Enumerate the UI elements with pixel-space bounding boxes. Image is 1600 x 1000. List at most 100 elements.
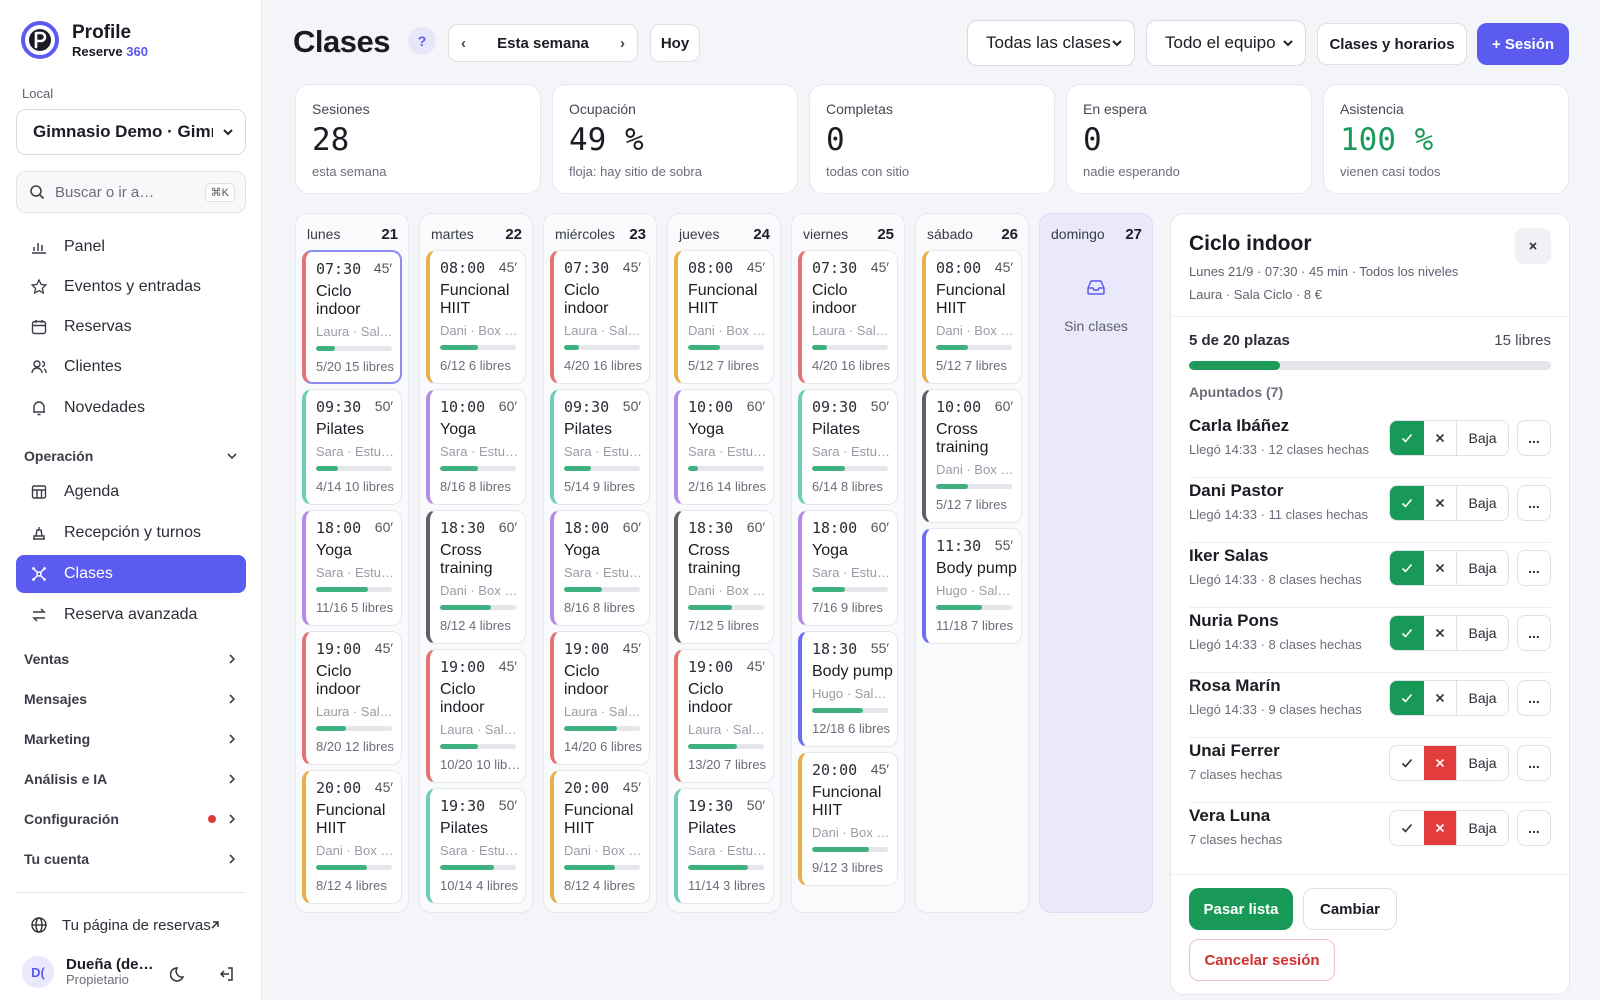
- sidebar-item-star[interactable]: Eventos y entradas: [16, 268, 246, 306]
- attendee-sub: Llegó 14:33 · 12 clases hechas: [1189, 442, 1369, 457]
- drop-attendee-button[interactable]: Baja: [1456, 616, 1508, 650]
- attendee-more-button[interactable]: ...: [1517, 550, 1551, 586]
- sidebar-item-users[interactable]: Clientes: [16, 348, 246, 386]
- session-card[interactable]: 19:00 45′ Ciclo indoor Laura · Sala Ciclo 14…: [550, 631, 650, 765]
- session-card[interactable]: 08:00 45′ Funcional HIIT Dani · Box funcion…: [426, 250, 526, 384]
- mark-absent-button[interactable]: [1424, 681, 1456, 715]
- session-card[interactable]: 19:30 50′ Pilates Sara · Estudio 11/14 3 lib…: [674, 788, 774, 904]
- brand-logo[interactable]: Profile Reserve 360: [20, 20, 148, 60]
- close-icon: [1529, 242, 1537, 250]
- sidebar-item-grid[interactable]: Agenda: [16, 473, 246, 511]
- sidebar-item-calendar[interactable]: Reservas: [16, 308, 246, 346]
- session-card[interactable]: 10:00 60′ Cross training Dani · Box funcion…: [922, 389, 1022, 523]
- sidebar-item-classes[interactable]: Clases: [16, 555, 246, 593]
- session-card[interactable]: 19:00 45′ Ciclo indoor Laura · Sala Ciclo 13…: [674, 649, 774, 783]
- session-card[interactable]: 08:00 45′ Funcional HIIT Dani · Box funcion…: [674, 250, 774, 384]
- sidebar-item-reception[interactable]: Recepción y turnos: [16, 514, 246, 552]
- prev-week-button[interactable]: ‹: [461, 35, 466, 52]
- section-ventas[interactable]: Ventas: [24, 651, 238, 667]
- logout-icon[interactable]: [218, 965, 236, 983]
- section-tu-cuenta[interactable]: Tu cuenta: [24, 851, 238, 867]
- mark-present-button[interactable]: [1390, 421, 1424, 455]
- session-card[interactable]: 18:30 55′ Body pump Hugo · Sala grande 12/18…: [798, 631, 898, 747]
- session-time: 18:30: [440, 519, 486, 537]
- mark-absent-button[interactable]: [1424, 551, 1456, 585]
- session-card[interactable]: 11:30 55′ Body pump Hugo · Sala grande 11/18…: [922, 528, 1022, 644]
- session-card[interactable]: 09:30 50′ Pilates Sara · Estudio 4/14 10 lib…: [302, 389, 402, 505]
- chevron-right-icon: [229, 854, 236, 864]
- classes-icon: [32, 567, 46, 581]
- session-card[interactable]: 07:30 45′ Ciclo indoor Laura · Sala Ciclo 5/…: [302, 250, 402, 384]
- session-card[interactable]: 20:00 45′ Funcional HIIT Dani · Box funcion…: [302, 770, 402, 904]
- drop-attendee-button[interactable]: Baja: [1456, 746, 1508, 780]
- section-operacion[interactable]: Operación: [24, 448, 238, 464]
- mark-absent-button[interactable]: [1424, 616, 1456, 650]
- mark-absent-button[interactable]: [1424, 811, 1456, 845]
- local-select[interactable]: Gimnasio Demo · Gimnasio: [16, 109, 246, 155]
- attendee-more-button[interactable]: ...: [1517, 420, 1551, 456]
- cancel-session-button[interactable]: Cancelar sesión: [1189, 939, 1335, 981]
- change-button[interactable]: Cambiar: [1303, 888, 1397, 930]
- session-time-row: 07:30 45′: [316, 260, 400, 278]
- session-card[interactable]: 19:00 45′ Ciclo indoor Laura · Sala Ciclo 8/…: [302, 631, 402, 765]
- today-button[interactable]: Hoy: [650, 24, 700, 62]
- mark-absent-button[interactable]: [1424, 746, 1456, 780]
- section-marketing[interactable]: Marketing: [24, 731, 238, 747]
- session-card[interactable]: 09:30 50′ Pilates Sara · Estudio 6/14 8 libr…: [798, 389, 898, 505]
- mark-absent-button[interactable]: [1424, 486, 1456, 520]
- session-name: Funcional HIIT: [440, 282, 510, 317]
- moon-icon[interactable]: [170, 965, 188, 983]
- sidebar-item-chart[interactable]: Panel: [16, 228, 246, 266]
- search-input[interactable]: Buscar o ir a… ⌘K: [16, 171, 246, 213]
- drop-attendee-button[interactable]: Baja: [1456, 811, 1508, 845]
- new-session-button[interactable]: + Sesión: [1477, 23, 1569, 65]
- session-card[interactable]: 10:00 60′ Yoga Sara · Estudio 2/16 14 libres: [674, 389, 774, 505]
- sidebar-item-swap[interactable]: Reserva avanzada: [16, 596, 246, 634]
- section-an-lisis-e-ia[interactable]: Análisis e IA: [24, 771, 238, 787]
- session-card[interactable]: 09:30 50′ Pilates Sara · Estudio 5/14 9 libr…: [550, 389, 650, 505]
- session-card[interactable]: 07:30 45′ Ciclo indoor Laura · Sala Ciclo 4/…: [798, 250, 898, 384]
- attendee-more-button[interactable]: ...: [1517, 680, 1551, 716]
- mark-present-button[interactable]: [1390, 616, 1424, 650]
- next-week-button[interactable]: ›: [620, 35, 625, 52]
- drop-attendee-button[interactable]: Baja: [1456, 421, 1508, 455]
- section-configuraci-n[interactable]: Configuración: [24, 811, 238, 827]
- help-button[interactable]: ?: [408, 27, 436, 55]
- session-card[interactable]: 07:30 45′ Ciclo indoor Laura · Sala Ciclo 4/…: [550, 250, 650, 384]
- session-card[interactable]: 18:30 60′ Cross training Dani · Box funcion…: [426, 510, 526, 644]
- class-filter-select[interactable]: Todas las clases: [967, 20, 1135, 66]
- team-filter-select[interactable]: Todo el equipo: [1146, 20, 1306, 66]
- section-mensajes[interactable]: Mensajes: [24, 691, 238, 707]
- user-profile[interactable]: D( Dueña (de… Propietario: [22, 956, 154, 989]
- attendee-more-button[interactable]: ...: [1517, 745, 1551, 781]
- close-panel-button[interactable]: [1515, 228, 1551, 264]
- session-card[interactable]: 18:30 60′ Cross training Dani · Box funcion…: [674, 510, 774, 644]
- session-card[interactable]: 20:00 45′ Funcional HIIT Dani · Box funcion…: [550, 770, 650, 904]
- mark-present-button[interactable]: [1390, 551, 1424, 585]
- day-name: martes: [431, 226, 474, 242]
- session-card[interactable]: 20:00 45′ Funcional HIIT Dani · Box funcion…: [798, 752, 898, 886]
- sidebar-item-bell[interactable]: Novedades: [16, 389, 246, 427]
- session-card[interactable]: 18:00 60′ Yoga Sara · Estudio 8/16 8 libres: [550, 510, 650, 626]
- session-meta: Laura · Sala Ciclo: [564, 704, 644, 719]
- session-card[interactable]: 10:00 60′ Yoga Sara · Estudio 8/16 8 libres: [426, 389, 526, 505]
- mark-present-button[interactable]: [1390, 486, 1424, 520]
- session-card[interactable]: 08:00 45′ Funcional HIIT Dani · Box funcion…: [922, 250, 1022, 384]
- session-card[interactable]: 19:30 50′ Pilates Sara · Estudio 10/14 4 lib…: [426, 788, 526, 904]
- session-card[interactable]: 19:00 45′ Ciclo indoor Laura · Sala Ciclo 10…: [426, 649, 526, 783]
- public-booking-link[interactable]: Tu página de reservas: [16, 907, 246, 943]
- attendee-more-button[interactable]: ...: [1517, 810, 1551, 846]
- mark-present-button[interactable]: [1390, 811, 1424, 845]
- mark-absent-button[interactable]: [1424, 421, 1456, 455]
- mark-present-button[interactable]: [1390, 681, 1424, 715]
- schedules-button[interactable]: Clases y horarios: [1317, 23, 1467, 65]
- drop-attendee-button[interactable]: Baja: [1456, 486, 1508, 520]
- attendee-more-button[interactable]: ...: [1517, 485, 1551, 521]
- mark-present-button[interactable]: [1390, 746, 1424, 780]
- session-card[interactable]: 18:00 60′ Yoga Sara · Estudio 11/16 5 libres: [302, 510, 402, 626]
- drop-attendee-button[interactable]: Baja: [1456, 681, 1508, 715]
- attendee-more-button[interactable]: ...: [1517, 615, 1551, 651]
- drop-attendee-button[interactable]: Baja: [1456, 551, 1508, 585]
- session-card[interactable]: 18:00 60′ Yoga Sara · Estudio 7/16 9 libres: [798, 510, 898, 626]
- roll-call-button[interactable]: Pasar lista: [1189, 888, 1293, 930]
